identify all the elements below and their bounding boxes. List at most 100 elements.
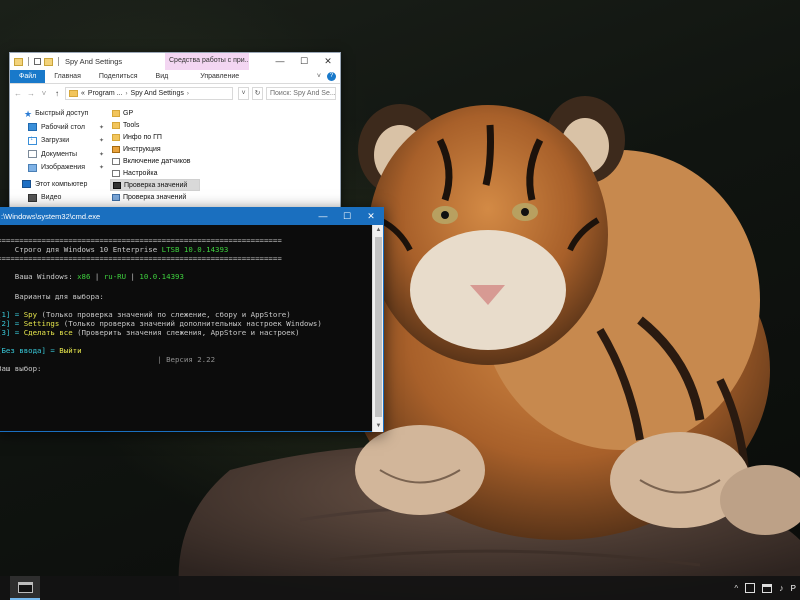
system-tray: ^ ♪ P bbox=[734, 576, 800, 600]
tab-manage[interactable]: Управление bbox=[191, 70, 248, 83]
option-name: Сделать все bbox=[23, 328, 73, 337]
list-item[interactable]: Инфо по ГП bbox=[110, 131, 200, 143]
list-item-selected[interactable]: Проверка значений bbox=[110, 179, 200, 191]
nav-item-quick-access[interactable]: ★ Быстрый доступ bbox=[10, 107, 104, 121]
tab-file[interactable]: Файл bbox=[10, 70, 46, 83]
list-item[interactable]: Настройка bbox=[110, 167, 200, 179]
quick-access-toolbar bbox=[10, 53, 61, 70]
folder-icon bbox=[14, 57, 23, 66]
tab-view[interactable]: Вид bbox=[147, 70, 178, 83]
minimize-button[interactable]: — bbox=[268, 53, 292, 70]
breadcrumb-overflow[interactable]: « bbox=[81, 90, 85, 97]
text-file-icon bbox=[112, 169, 120, 177]
maximize-button[interactable]: ☐ bbox=[292, 53, 316, 70]
nav-item-documents[interactable]: Документы ✦ bbox=[10, 148, 104, 162]
option-desc: (Только проверка значений по слежение, с… bbox=[37, 310, 291, 319]
scroll-down-icon[interactable]: ▼ bbox=[373, 421, 384, 432]
separator: | bbox=[126, 272, 140, 281]
recent-locations-icon[interactable]: ˅ bbox=[39, 89, 49, 98]
version-line: | Версия 2.22 bbox=[0, 355, 216, 364]
taskbar-cmd-button[interactable] bbox=[10, 576, 40, 600]
nav-item-videos[interactable]: Видео bbox=[10, 191, 104, 205]
file-name: Tools bbox=[123, 121, 140, 129]
vertical-scrollbar[interactable]: ▲ ▼ bbox=[372, 225, 383, 432]
list-item[interactable]: GP bbox=[110, 107, 200, 119]
nav-item-label: Этот компьютер bbox=[35, 180, 88, 188]
file-list: GP Tools Инфо по ГП Инструкция Включение… bbox=[110, 107, 340, 221]
option-key: [3] = bbox=[0, 328, 20, 337]
toolbar-divider bbox=[28, 57, 29, 66]
address-dropdown-icon[interactable]: ˅ bbox=[238, 87, 249, 100]
tab-home[interactable]: Главная bbox=[45, 70, 90, 83]
scrollbar-thumb[interactable] bbox=[375, 237, 382, 417]
folder-icon bbox=[69, 90, 78, 97]
properties-icon[interactable] bbox=[34, 58, 41, 65]
ribbon-right-controls: ˅ ? bbox=[317, 70, 340, 83]
nav-item-label: Видео bbox=[41, 194, 62, 202]
folder-icon bbox=[112, 121, 120, 129]
maximize-button[interactable]: ☐ bbox=[335, 208, 359, 225]
nav-item-pictures[interactable]: Изображения ✦ bbox=[10, 161, 104, 175]
new-folder-icon[interactable] bbox=[44, 57, 53, 66]
window-controls: — ☐ ✕ bbox=[268, 53, 340, 70]
start-edge[interactable] bbox=[0, 576, 10, 600]
explorer-title-bar[interactable]: Spy And Settings Средства работы с при..… bbox=[10, 53, 340, 70]
option-key: [2] = bbox=[0, 319, 20, 328]
address-end-buttons: ˅ ↻ bbox=[238, 87, 263, 100]
windows-build: 10.0.14393 bbox=[139, 272, 184, 281]
pin-icon: ✦ bbox=[98, 165, 104, 171]
back-arrow-icon[interactable]: ← bbox=[13, 89, 23, 98]
cmd-window[interactable]: :\Windows\system32\cmd.exe — ☐ ✕ =======… bbox=[0, 207, 384, 432]
folder-icon bbox=[112, 109, 120, 117]
device-icon[interactable] bbox=[745, 583, 756, 593]
language-indicator[interactable]: P bbox=[791, 584, 796, 593]
help-icon[interactable]: ? bbox=[327, 72, 336, 81]
close-button[interactable]: ✕ bbox=[359, 208, 383, 225]
file-explorer-window[interactable]: Spy And Settings Средства работы с при..… bbox=[9, 52, 341, 222]
nav-item-label: Изображения bbox=[41, 164, 85, 172]
nav-item-downloads[interactable]: Загрузки ✦ bbox=[10, 134, 104, 148]
option-name: Settings bbox=[23, 319, 60, 328]
nav-item-this-pc[interactable]: Этот компьютер bbox=[10, 178, 104, 192]
separator: | bbox=[90, 272, 104, 281]
address-bar[interactable]: « Program ... › Spy And Settings › bbox=[65, 87, 233, 100]
rule-line: ========================================… bbox=[0, 236, 282, 245]
nav-item-label: Документы bbox=[41, 150, 78, 158]
network-icon[interactable] bbox=[762, 583, 773, 593]
breadcrumb-separator[interactable]: › bbox=[187, 91, 189, 97]
breadcrumb-separator[interactable]: › bbox=[126, 91, 128, 97]
cmd-title-bar[interactable]: :\Windows\system32\cmd.exe — ☐ ✕ bbox=[0, 208, 383, 225]
star-icon: ★ bbox=[24, 108, 33, 119]
up-arrow-icon[interactable]: ↑ bbox=[52, 89, 62, 98]
expand-ribbon-icon[interactable]: ˅ bbox=[317, 73, 321, 80]
breadcrumb-spy-and-settings[interactable]: Spy And Settings bbox=[131, 90, 184, 97]
list-item[interactable]: Включение датчиков bbox=[110, 155, 200, 167]
window-title: :\Windows\system32\cmd.exe bbox=[1, 212, 101, 221]
volume-icon[interactable]: ♪ bbox=[779, 583, 784, 593]
scroll-up-icon[interactable]: ▲ bbox=[373, 225, 384, 236]
rule-line: ========================================… bbox=[0, 254, 282, 263]
list-item[interactable]: Tools bbox=[110, 119, 200, 131]
close-button[interactable]: ✕ bbox=[316, 53, 340, 70]
computer-icon bbox=[22, 180, 31, 189]
list-item[interactable]: Инструкция bbox=[110, 143, 200, 155]
list-item[interactable]: Проверка значений bbox=[110, 191, 200, 203]
header-line: Строго для Windows 10 Enterprise LTSB 10… bbox=[0, 245, 229, 254]
option-name: Выйти bbox=[59, 346, 82, 355]
breadcrumb-program-files[interactable]: Program ... bbox=[88, 90, 123, 97]
minimize-button[interactable]: — bbox=[311, 208, 335, 225]
show-hidden-icons-icon[interactable]: ^ bbox=[734, 584, 738, 593]
pin-icon: ✦ bbox=[98, 151, 104, 158]
toolbar-divider bbox=[58, 57, 59, 66]
refresh-icon[interactable]: ↻ bbox=[252, 87, 263, 100]
pin-icon: ✦ bbox=[98, 124, 104, 131]
forward-arrow-icon[interactable]: → bbox=[26, 89, 36, 98]
header-edition: LTSB 10.0.14393 bbox=[161, 245, 229, 254]
nav-item-desktop[interactable]: Рабочий стол ✦ bbox=[10, 121, 104, 135]
tab-share[interactable]: Поделиться bbox=[90, 70, 147, 83]
search-input[interactable]: Поиск: Spy And Se... ⌕ bbox=[266, 87, 336, 100]
ribbon-tabs: Файл Главная Поделиться Вид Управление ˅… bbox=[10, 70, 340, 84]
console-output[interactable]: ========================================… bbox=[0, 225, 373, 432]
nav-item-label: Загрузки bbox=[41, 137, 70, 145]
prompt-line[interactable]: Ваш выбор: bbox=[0, 364, 42, 373]
